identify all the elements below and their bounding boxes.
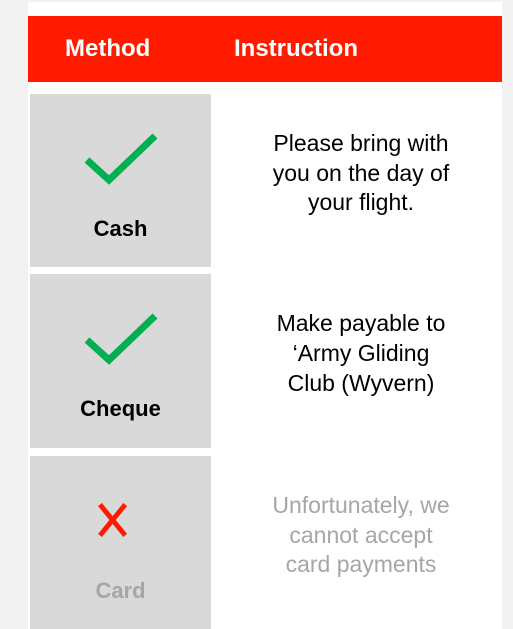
method-label: Card <box>95 578 146 603</box>
check-icon <box>84 133 157 185</box>
table-row-cash: Cash Please bring with you on the day of… <box>28 94 502 267</box>
method-label: Cheque <box>80 396 161 421</box>
method-label: Cash <box>93 216 148 241</box>
instruction-line: ‘Army Gliding <box>292 340 430 367</box>
instruction-cell: Make payable to ‘Army Gliding Club (Wyve… <box>228 274 494 448</box>
instruction-line: Unfortunately, we <box>272 491 450 518</box>
header-method: Method <box>65 35 151 62</box>
instruction-line: card payments <box>285 551 437 578</box>
table-row-card: Card Unfortunately, we cannot accept car… <box>28 456 502 629</box>
method-cell: Cash <box>30 94 211 267</box>
table-header: Method Instruction <box>28 16 502 82</box>
instruction-cell: Please bring with you on the day of your… <box>228 94 494 267</box>
instruction-line: you on the day of <box>272 159 450 186</box>
payment-methods-table: Method Instruction Cash Please bring wit… <box>28 2 502 629</box>
instruction-line: Please bring with <box>273 129 449 156</box>
header-instruction: Instruction <box>234 35 358 62</box>
method-cell: Cheque <box>30 274 211 448</box>
method-cell: Card <box>30 456 211 629</box>
instruction-line: Club (Wyvern) <box>287 369 435 396</box>
instruction-cell: Unfortunately, we cannot accept card pay… <box>228 456 494 629</box>
instruction-line: your flight. <box>307 189 415 216</box>
instruction-line: cannot accept <box>289 521 433 548</box>
check-icon <box>84 313 157 365</box>
cross-icon <box>97 503 127 537</box>
table-row-cheque: Cheque Make payable to ‘Army Gliding Clu… <box>28 274 502 448</box>
instruction-line: Make payable to <box>276 310 446 337</box>
